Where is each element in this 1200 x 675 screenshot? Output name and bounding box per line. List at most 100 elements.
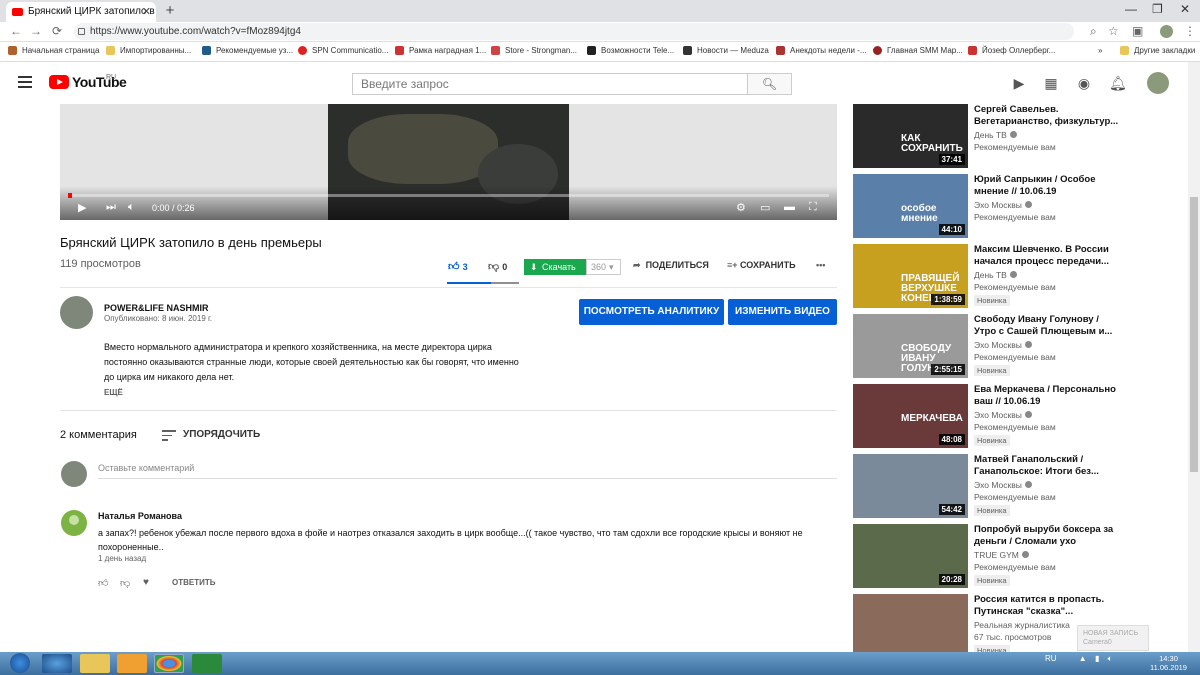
media-player-icon[interactable] [117,654,147,673]
view-analytics-button[interactable]: ПОСМОТРЕТЬ АНАЛИТИКУ [579,299,724,325]
video-player[interactable]: ▶ ⏭︎ 🔈︎ 0:00 / 0:26 ⚙ ▭ ▬ ⛶ [60,104,837,220]
new-tab-button[interactable]: + [162,3,178,19]
share-button[interactable]: ➦ ПОДЕЛИТЬСЯ [633,260,709,271]
minimize-icon[interactable]: — [1125,2,1137,16]
comment-like-icon[interactable]: 👍︎ [98,577,108,589]
related-video-title[interactable]: Сергей Савельев. Вегетарианство, физкуль… [974,104,1122,128]
related-video-channel[interactable]: Эхо Москвы [974,410,1032,420]
bookmark-item[interactable]: SPN Communicatio... [298,46,388,55]
bookmark-item[interactable]: Йозеф Оллерберг... [968,46,1055,55]
profile-avatar[interactable] [1160,25,1173,38]
channel-name[interactable]: POWER&LIFE NASHMIR [104,303,209,313]
related-video-title[interactable]: Свободу Ивану Голунову / Утро с Сашей Пл… [974,314,1122,338]
apps-icon[interactable]: ▦ [1043,75,1059,91]
messages-icon[interactable]: ◉ [1076,75,1092,91]
network-icon[interactable]: ▮ [1095,654,1099,663]
related-video-channel[interactable]: День ТВ [974,130,1017,140]
excel-icon[interactable] [192,654,222,673]
edit-video-button[interactable]: ИЗМЕНИТЬ ВИДЕО [728,299,837,325]
forward-icon[interactable]: → [30,24,42,38]
related-video-title[interactable]: Матвей Ганапольский / Ганапольское: Итог… [974,454,1122,478]
scrollbar-thumb[interactable] [1190,197,1198,472]
bookmark-item[interactable]: Новости — Meduza [683,46,769,55]
bookmark-star-icon[interactable]: ☆ [1108,24,1119,38]
create-video-icon[interactable]: ▶︎ [1011,75,1027,91]
browser-tab[interactable]: Брянский ЦИРК затопило в день ✕ [6,2,156,22]
related-video-item[interactable]: 54:42 Матвей Ганапольский / Ганапольское:… [852,454,1182,520]
reply-button[interactable]: ОТВЕТИТЬ [172,578,216,587]
search-page-icon[interactable]: ⌕ [1090,24,1097,39]
theater-mode-icon[interactable]: ▬ [784,201,795,213]
clock[interactable]: 14:30 11.06.2019 [1150,654,1187,672]
reload-icon[interactable]: ⟳ [52,24,62,38]
bookmark-item[interactable]: Возможности Tele... [587,46,674,55]
youtube-logo[interactable]: YouTube RU [49,74,129,90]
related-video-item[interactable]: КАК СОХРАНИТЬ 37:41 Сергей Савельев. Вегет… [852,104,1182,170]
bookmark-item-other[interactable]: Другие закладки [1120,46,1195,55]
miniplayer-icon[interactable]: ▭ [760,201,770,214]
download-button[interactable]: ⬇ Скачать [524,259,586,275]
maximize-icon[interactable]: ❐ [1152,2,1163,16]
page-scrollbar[interactable] [1188,62,1200,652]
related-video-channel[interactable]: TRUE GYM [974,550,1029,560]
related-video-channel[interactable]: Эхо Москвы [974,200,1032,210]
related-video-title[interactable]: Россия катится в пропасть. Путинская "ск… [974,594,1122,618]
tray-arrow-icon[interactable]: ▲ [1079,654,1087,663]
show-more-button[interactable]: ЕЩЁ [104,388,123,397]
video-thumbnail[interactable]: МЕРКАЧЕВА 48:08 [853,384,968,448]
video-thumbnail[interactable]: 54:42 [853,454,968,518]
account-avatar[interactable] [1147,72,1169,94]
bookmark-item[interactable]: Рекомендуемые уз... [202,46,293,55]
related-video-item[interactable]: СВОБОДУ ИВАНУ ГОЛУНОВУ 2:55:15 Свободу Ива… [852,314,1182,380]
sort-icon[interactable] [162,430,176,441]
next-icon[interactable]: ⏭︎ [106,201,116,214]
chrome-icon[interactable] [154,654,184,673]
browser-menu-icon[interactable]: ⋮ [1184,24,1196,38]
heart-icon[interactable]: ♥ [143,577,149,588]
back-icon[interactable]: ← [10,24,22,38]
related-video-title[interactable]: Юрий Сапрыкин / Особое мнение // 10.06.1… [974,174,1122,198]
extension-icon[interactable]: ▣ [1132,24,1143,38]
search-button[interactable]: 🔍︎ [747,73,792,95]
play-icon[interactable]: ▶ [78,201,86,214]
related-video-item[interactable]: 20:28 Попробуй выруби боксера за деньги /… [852,524,1182,590]
dislike-button[interactable]: 👎︎ 0 [488,260,507,273]
quality-select[interactable]: 360 ▾ [586,259,621,275]
close-window-icon[interactable]: ✕ [1180,2,1190,16]
search-input[interactable]: Введите запрос [352,73,748,95]
close-tab-icon[interactable]: ✕ [142,2,151,22]
bookmark-item[interactable]: Импортированны... [106,46,191,55]
volume-icon[interactable]: 🔈︎ [128,201,135,214]
bookmark-item[interactable]: Главная SMM Мар... [873,46,963,55]
related-video-channel[interactable]: День ТВ [974,270,1017,280]
like-button[interactable]: 👍︎ 3 [448,260,468,273]
bookmark-item[interactable]: Рамка наградная 1... [395,46,486,55]
volume-tray-icon[interactable]: 🔈︎ [1108,654,1113,663]
comment-input[interactable]: Оставьте комментарий [98,463,194,473]
bookmark-item[interactable]: Анекдоты недели -... [776,46,867,55]
internet-explorer-icon[interactable] [42,654,72,673]
menu-icon[interactable] [18,76,32,88]
related-video-channel[interactable]: Эхо Москвы [974,480,1032,490]
related-video-item[interactable]: ПРАВЯЩЕЙ ВЕРХУШКЕ КОНЕЦ? 1:38:59 Максим Ше… [852,244,1182,310]
progress-handle[interactable] [68,193,72,198]
fullscreen-icon[interactable]: ⛶ [809,201,817,214]
language-indicator[interactable]: RU [1045,654,1057,663]
more-actions-icon[interactable]: ••• [816,260,825,270]
video-thumbnail[interactable] [853,594,968,652]
bookmark-item[interactable]: Начальная страница [8,46,99,55]
settings-icon[interactable]: ⚙ [736,201,746,214]
video-thumbnail[interactable]: 20:28 [853,524,968,588]
related-video-channel[interactable]: Реальная журналистика [974,620,1070,630]
url-field[interactable]: https://www.youtube.com/watch?v=fMoz894j… [74,23,1074,40]
related-video-title[interactable]: Максим Шевченко. В России начался процес… [974,244,1122,268]
related-video-title[interactable]: Попробуй выруби боксера за деньги / Слом… [974,524,1122,548]
file-explorer-icon[interactable] [80,654,110,673]
start-button[interactable] [6,652,34,675]
sort-button[interactable]: УПОРЯДОЧИТЬ [183,429,260,440]
related-video-item[interactable]: МЕРКАЧЕВА 48:08 Ева Меркачева / Персональн… [852,384,1182,450]
bookmark-item[interactable]: Store - Strongman... [491,46,577,55]
comment-dislike-icon[interactable]: 👎︎ [120,577,130,589]
comment-author[interactable]: Наталья Романова [98,511,182,521]
video-thumbnail[interactable]: СВОБОДУ ИВАНУ ГОЛУНОВУ 2:55:15 [853,314,968,378]
